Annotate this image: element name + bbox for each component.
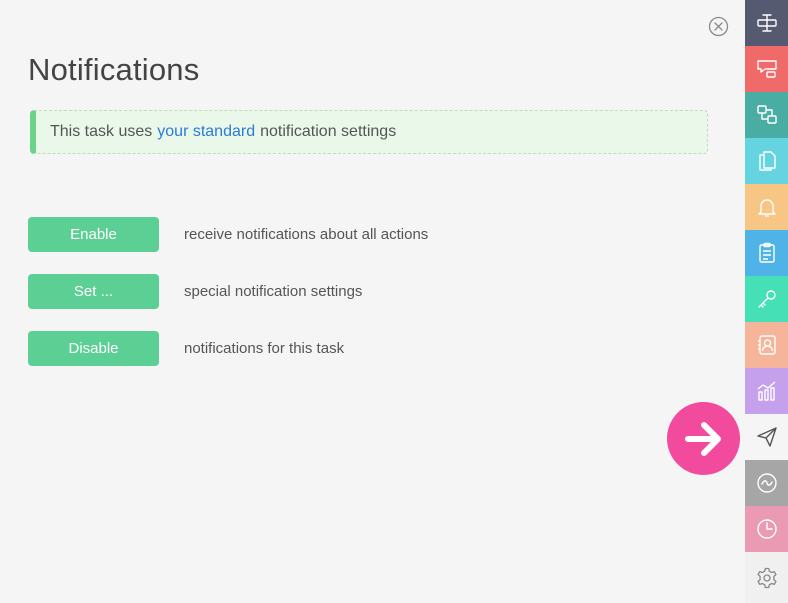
disable-button[interactable]: Disable — [28, 331, 159, 366]
sidebar-item-comment[interactable] — [745, 46, 788, 92]
arrow-pointer-button[interactable] — [667, 402, 740, 475]
sidebar-item-time[interactable] — [745, 506, 788, 552]
hierarchy-icon — [756, 105, 777, 124]
sidebar-item-activity[interactable] — [745, 460, 788, 506]
option-row-disable: Disable notifications for this task — [28, 331, 344, 366]
wave-circle-icon — [756, 473, 777, 493]
sidebar-item-checklist[interactable] — [745, 230, 788, 276]
text-cursor-icon — [756, 14, 777, 32]
documents-icon — [758, 151, 776, 171]
sidebar-item-access[interactable] — [745, 276, 788, 322]
set-button[interactable]: Set ... — [28, 274, 159, 309]
notifications-panel: Notifications This task uses your standa… — [0, 0, 745, 603]
sidebar-item-text[interactable] — [745, 0, 788, 46]
clock-icon — [756, 519, 777, 539]
sidebar-item-documents[interactable] — [745, 138, 788, 184]
sidebar-item-settings[interactable] — [745, 552, 788, 603]
enable-button[interactable]: Enable — [28, 217, 159, 252]
side-toolbar — [745, 0, 788, 603]
sidebar-item-send[interactable] — [745, 414, 788, 460]
arrow-right-icon — [684, 421, 721, 456]
clipboard-icon — [758, 242, 775, 263]
close-button[interactable] — [708, 16, 729, 37]
enable-description: receive notifications about all actions — [184, 226, 429, 243]
bell-icon — [757, 199, 776, 217]
page-title: Notifications — [28, 52, 200, 87]
contact-icon — [757, 335, 776, 355]
disable-description: notifications for this task — [184, 340, 345, 357]
sidebar-item-reports[interactable] — [745, 368, 788, 414]
set-description: special notification settings — [184, 283, 363, 300]
option-row-set: Set ... special notification settings — [28, 274, 362, 309]
sidebar-item-hierarchy[interactable] — [745, 92, 788, 138]
option-row-enable: Enable receive notifications about all a… — [28, 217, 428, 252]
settings-banner: This task uses your standard notificatio… — [30, 110, 708, 154]
chart-icon — [757, 381, 775, 401]
standard-settings-link[interactable]: your standard — [157, 123, 255, 141]
key-icon — [757, 290, 776, 308]
close-circle-icon — [708, 16, 729, 37]
sidebar-item-contacts[interactable] — [745, 322, 788, 368]
banner-text-prefix: This task uses — [50, 123, 153, 140]
sidebar-item-notifications[interactable] — [745, 184, 788, 230]
paper-plane-icon — [756, 427, 777, 447]
gear-icon — [756, 567, 777, 588]
banner-text-suffix: notification settings — [260, 123, 397, 140]
comment-icon — [756, 60, 777, 78]
